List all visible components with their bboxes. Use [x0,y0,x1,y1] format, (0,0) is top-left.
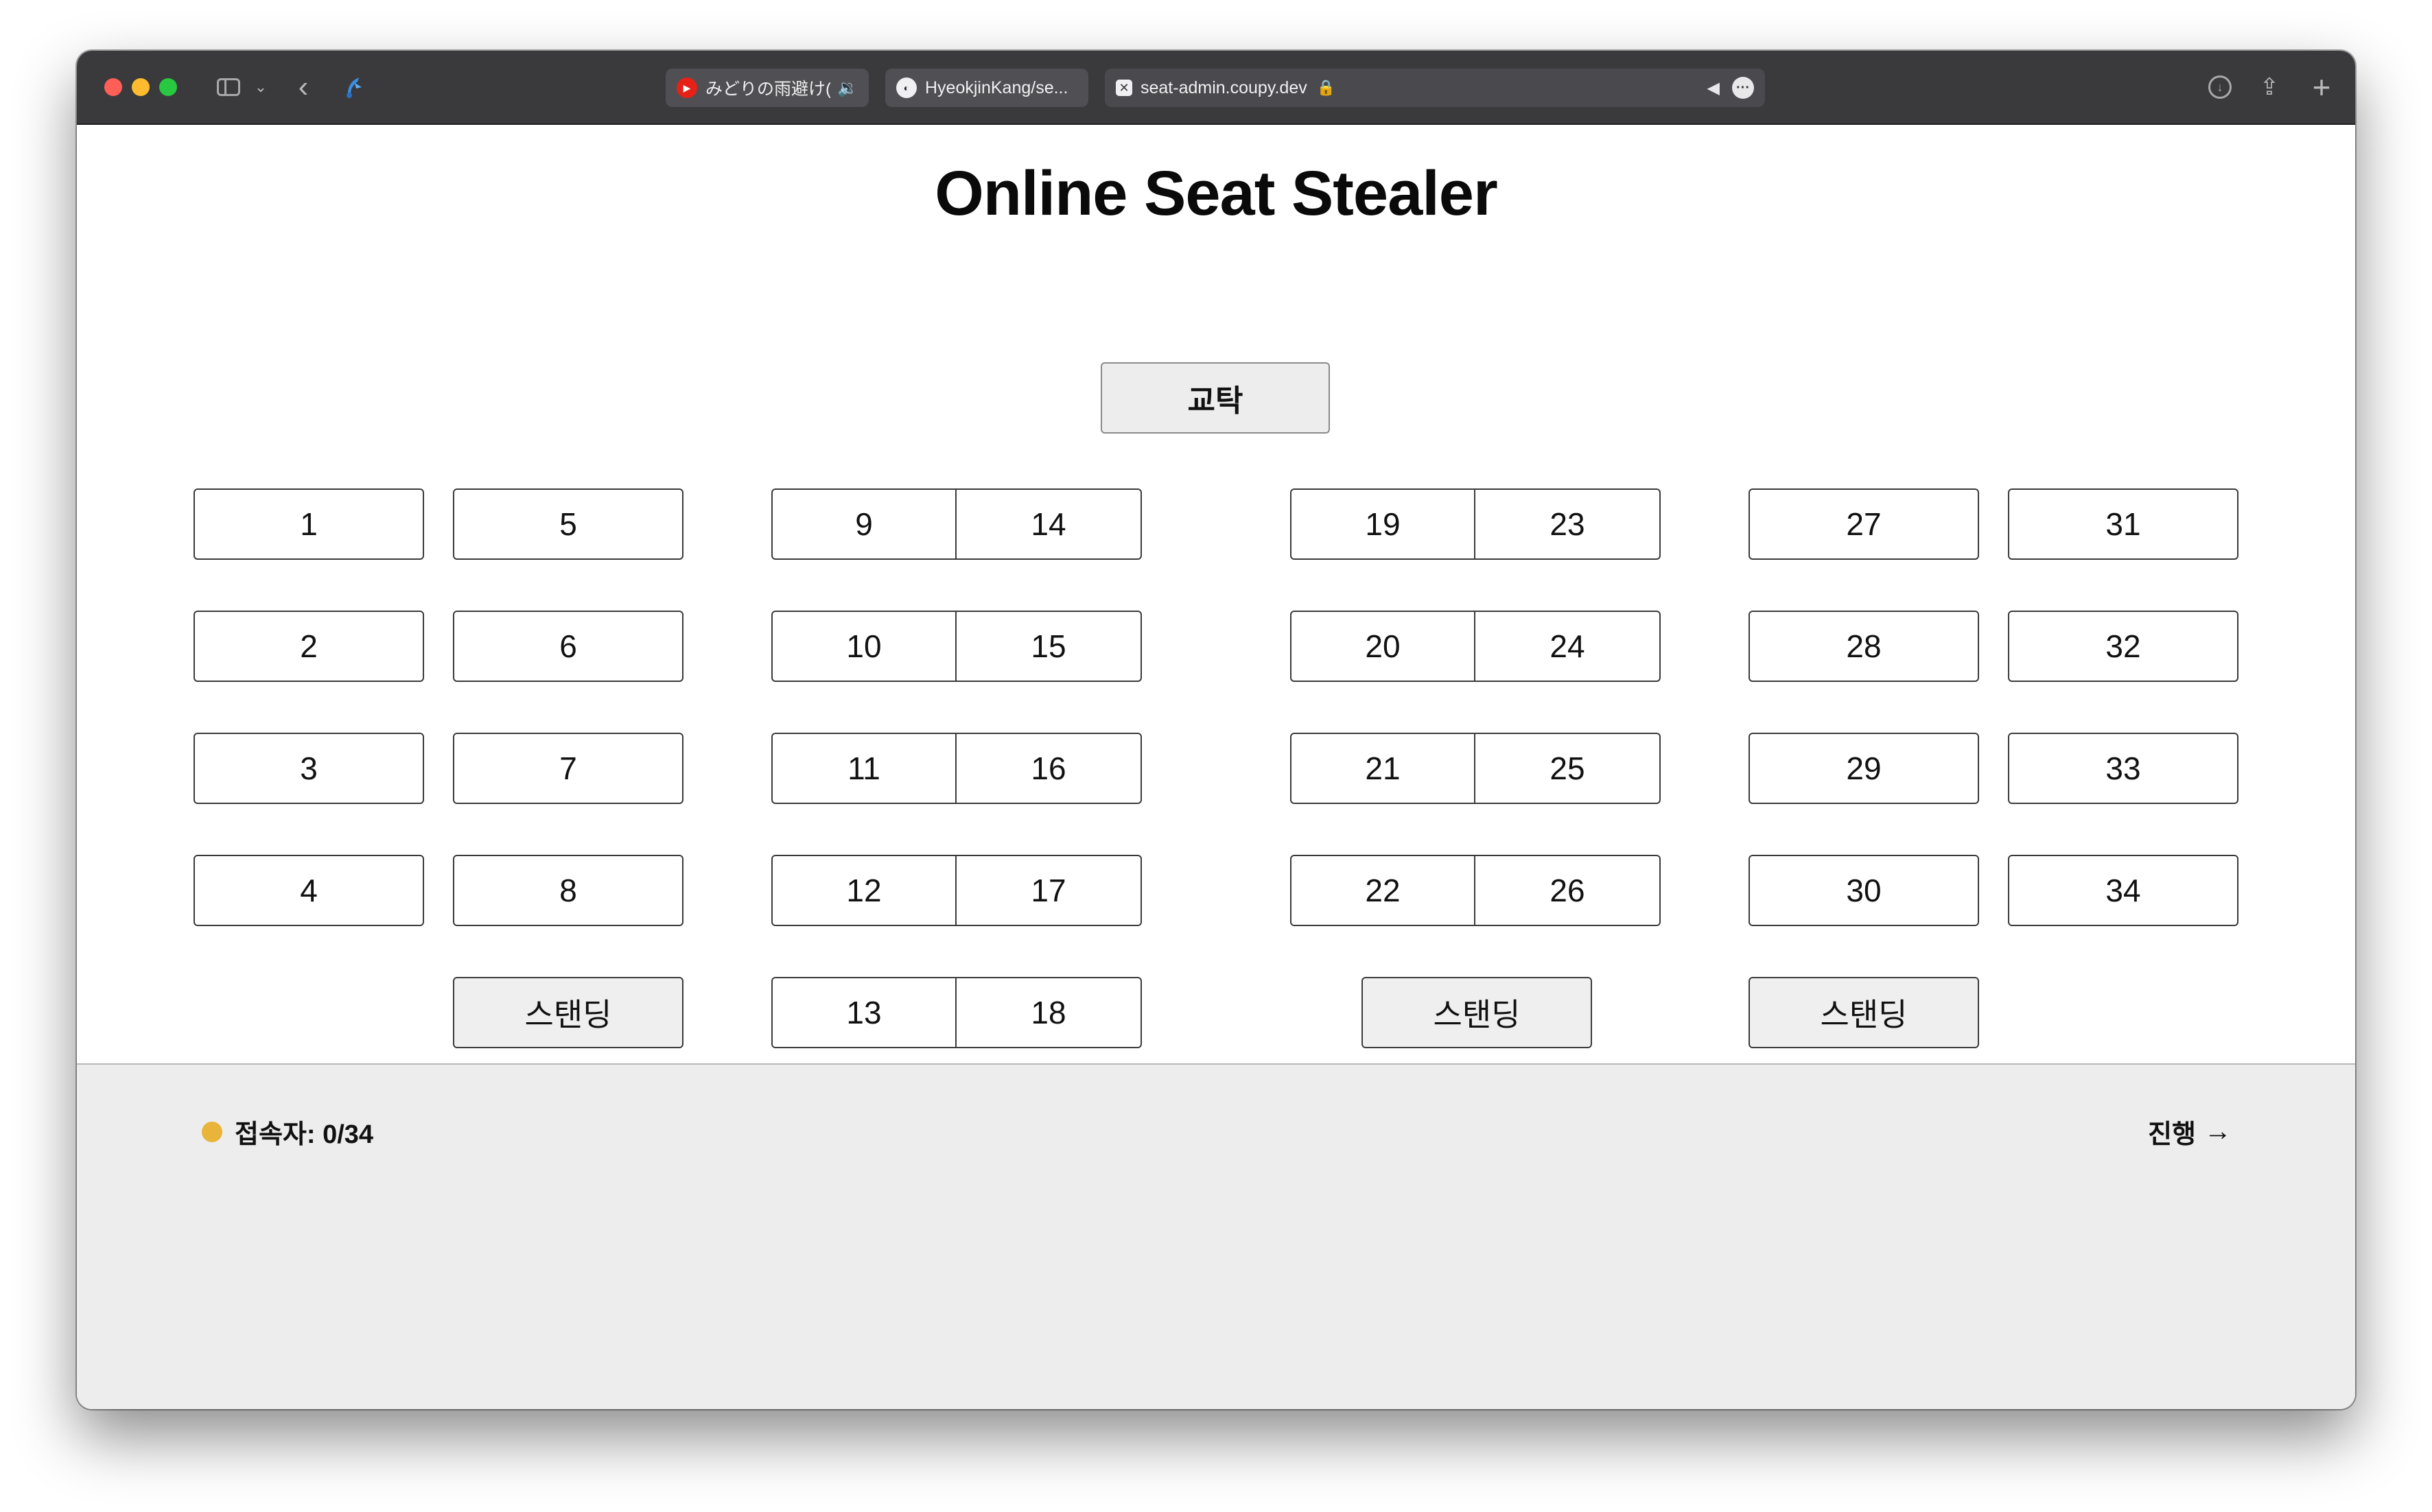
tab-youtube[interactable]: ▶ みどりの雨避け(... 🔉 [666,69,869,107]
seat-4[interactable]: 4 [194,855,424,926]
seat-14[interactable]: 14 [957,488,1142,560]
close-window-button[interactable] [104,78,122,96]
back-icon[interactable]: ‹ [290,71,317,103]
seat-11[interactable]: 11 [771,733,957,804]
seat-9[interactable]: 9 [771,488,957,560]
seat-23[interactable]: 23 [1475,488,1661,560]
browser-window: ⌄ ‹ ▶ みどりの雨避け(... 🔉 ◐ HyeokjinKang/se...… [77,51,2355,1409]
seat-19[interactable]: 19 [1290,488,1475,560]
download-button[interactable]: ↓ [2204,71,2236,103]
chevron-down-icon[interactable]: ⌄ [251,71,270,103]
site-logo-icon [338,71,369,103]
lock-icon: 🔒 [1316,79,1336,96]
standing-area[interactable]: 스탠딩 [453,977,683,1048]
status-dot-icon [202,1121,222,1142]
seat-3[interactable]: 3 [194,733,424,804]
tab-title: みどりの雨避け(... [705,80,831,99]
seat-27[interactable]: 27 [1749,488,1979,560]
seat-18[interactable]: 18 [957,977,1142,1048]
seat-31[interactable]: 31 [2008,488,2238,560]
page-content: Online Seat Stealer 교탁 1 2 3 4 5 6 7 8 스… [77,125,2355,1140]
browser-toolbar: ⌄ ‹ ▶ みどりの雨避け(... 🔉 ◐ HyeokjinKang/se...… [77,51,2355,125]
address-text[interactable]: seat-admin.coupy.dev [1141,78,1307,98]
seat-17[interactable]: 17 [957,855,1142,926]
arrow-right-icon: → [2204,1116,2232,1146]
seat-2[interactable]: 2 [194,611,424,682]
tab-github[interactable]: ◐ HyeokjinKang/se... [885,69,1088,107]
seat-20[interactable]: 20 [1290,611,1475,682]
seat-5[interactable]: 5 [453,488,683,560]
speaker-icon[interactable]: ◀ [1707,78,1720,98]
seat-15[interactable]: 15 [957,611,1142,682]
seat-25[interactable]: 25 [1475,733,1661,804]
seat-26[interactable]: 26 [1475,855,1661,926]
github-icon: ◐ [896,78,917,98]
podium: 교탁 [1101,362,1330,434]
proceed-label: 진행 [2148,1120,2196,1149]
minimize-window-button[interactable] [132,78,150,96]
tab-seat-admin[interactable]: ✕ seat-admin.coupy.dev 🔒 ◀ ··· [1105,69,1765,107]
seat-12[interactable]: 12 [771,855,957,926]
close-box-icon: ✕ [1116,80,1132,96]
share-icon[interactable]: ⇪ [2254,71,2285,103]
seat-34[interactable]: 34 [2008,855,2238,926]
seat-8[interactable]: 8 [453,855,683,926]
seat-33[interactable]: 33 [2008,733,2238,804]
tab-title: HyeokjinKang/se... [925,78,1068,97]
seat-32[interactable]: 32 [2008,611,2238,682]
seat-7[interactable]: 7 [453,733,683,804]
seat-29[interactable]: 29 [1749,733,1979,804]
download-icon: ↓ [2208,75,2232,99]
zoom-window-button[interactable] [159,78,177,96]
seat-1[interactable]: 1 [194,488,424,560]
proceed-button[interactable]: 진행 → [2148,1113,2232,1150]
connected-count: 접속자: 0/34 [235,1120,374,1149]
seat-16[interactable]: 16 [957,733,1142,804]
new-tab-icon[interactable]: + [2306,69,2337,105]
footer-bar: 접속자: 0/34 진행 → [77,1063,2355,1409]
sidebar-toggle-icon[interactable] [211,71,246,103]
page-title: Online Seat Stealer [935,158,1498,228]
standing-area[interactable]: 스탠딩 [1361,977,1592,1048]
seat-24[interactable]: 24 [1475,611,1661,682]
seat-30[interactable]: 30 [1749,855,1979,926]
youtube-icon: ▶ [677,78,697,98]
more-options-icon[interactable]: ··· [1732,77,1754,99]
seat-13[interactable]: 13 [771,977,957,1048]
audio-playing-icon[interactable]: 🔉 [837,78,858,98]
standing-area[interactable]: 스탠딩 [1749,977,1979,1048]
screen: ⌄ ‹ ▶ みどりの雨避け(... 🔉 ◐ HyeokjinKang/se...… [0,0,2432,1512]
seat-6[interactable]: 6 [453,611,683,682]
seat-10[interactable]: 10 [771,611,957,682]
seat-28[interactable]: 28 [1749,611,1979,682]
connection-status: 접속자: 0/34 [202,1113,373,1150]
seat-22[interactable]: 22 [1290,855,1475,926]
seat-21[interactable]: 21 [1290,733,1475,804]
